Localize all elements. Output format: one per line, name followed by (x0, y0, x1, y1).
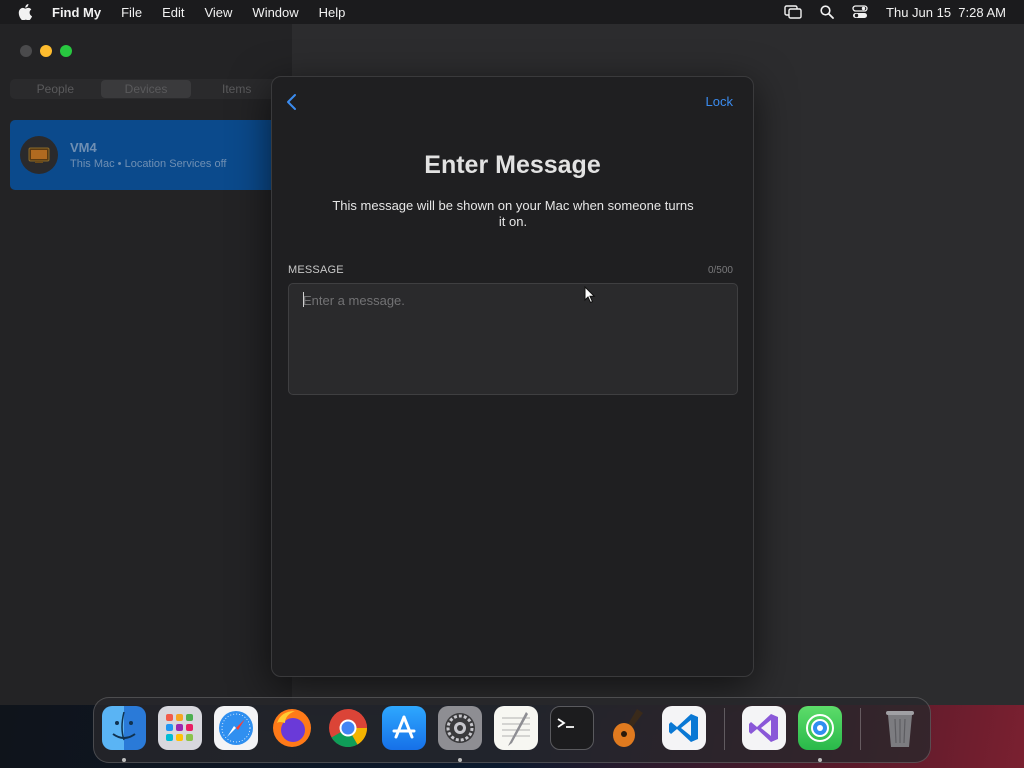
sheet-description: This message will be shown on your Mac w… (332, 198, 694, 229)
message-input[interactable] (288, 283, 738, 395)
apple-menu-icon[interactable] (18, 4, 38, 20)
safari-icon[interactable] (214, 706, 258, 750)
sidebar: People Devices Items VM4 This Mac • Loca… (0, 24, 292, 705)
firefox-icon[interactable] (270, 706, 314, 750)
dock (93, 697, 931, 763)
textedit-icon[interactable] (494, 706, 538, 750)
message-field-label: MESSAGE (288, 264, 344, 276)
sidebar-tabs: People Devices Items (10, 79, 282, 99)
mac-device-icon (20, 136, 58, 174)
menu-bar: Find My File Edit View Window Help Thu J… (0, 0, 1024, 24)
menu-app-name[interactable]: Find My (52, 5, 101, 20)
chrome-icon[interactable] (326, 706, 370, 750)
back-button[interactable] (284, 93, 300, 111)
enter-message-sheet: Lock Enter Message This message will be … (271, 76, 754, 677)
device-name: VM4 (70, 140, 97, 155)
finder-icon[interactable] (102, 706, 146, 750)
menu-edit[interactable]: Edit (162, 5, 184, 20)
menu-help[interactable]: Help (319, 5, 346, 20)
mouse-pointer-icon (584, 285, 596, 309)
find-my-icon[interactable] (798, 706, 842, 750)
finder-running-indicator (122, 758, 126, 762)
app-store-icon[interactable] (382, 706, 426, 750)
find-my-running-indicator (818, 758, 822, 762)
close-window-button[interactable] (20, 45, 32, 57)
chevron-left-icon (287, 94, 296, 110)
character-count: 0/500 (707, 265, 733, 276)
tab-items[interactable]: Items (191, 79, 282, 99)
tab-people[interactable]: People (10, 79, 101, 99)
dock-separator (724, 708, 725, 750)
menu-clock[interactable]: Thu Jun 15 7:28 AM (886, 5, 1006, 20)
window-controls (20, 45, 72, 57)
screen-mirroring-icon[interactable] (784, 5, 802, 19)
system-settings-icon[interactable] (438, 706, 482, 750)
sheet-title: Enter Message (424, 151, 601, 179)
control-center-icon[interactable] (852, 5, 868, 19)
device-subtitle: This Mac • Location Services off (70, 158, 227, 170)
menu-file[interactable]: File (121, 5, 142, 20)
dock-separator-trash (860, 708, 861, 750)
trash-icon[interactable] (878, 706, 922, 750)
device-list-item[interactable]: VM4 This Mac • Location Services off (10, 120, 292, 190)
terminal-icon[interactable] (550, 706, 594, 750)
tab-devices[interactable]: Devices (100, 80, 192, 98)
minimize-window-button[interactable] (40, 45, 52, 57)
zoom-window-button[interactable] (60, 45, 72, 57)
lock-button[interactable]: Lock (706, 94, 733, 109)
visual-studio-icon[interactable] (742, 706, 786, 750)
text-caret (303, 292, 304, 307)
menu-window[interactable]: Window (252, 5, 298, 20)
spotlight-search-icon[interactable] (820, 5, 834, 19)
launchpad-icon[interactable] (158, 706, 202, 750)
vscode-icon[interactable] (662, 706, 706, 750)
menu-view[interactable]: View (204, 5, 232, 20)
system-settings-running-indicator (458, 758, 462, 762)
garageband-icon[interactable] (606, 706, 650, 750)
